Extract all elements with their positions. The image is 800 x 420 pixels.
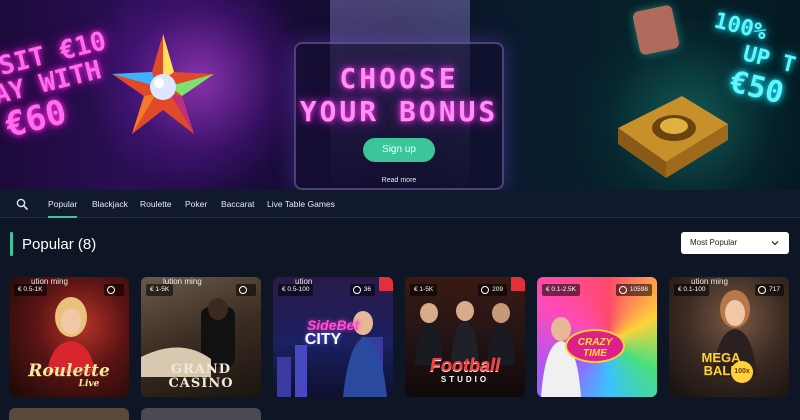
game-card-row2-1[interactable]: [9, 408, 129, 420]
hero-headline-line-2: YOUR BONUS: [299, 95, 499, 129]
game-logo-studio: STUDIO: [440, 375, 490, 384]
hero-banner: OSIT €10 AY WITH €60 CHOOSE YOUR BONUS S…: [0, 0, 800, 190]
player-count-badge: 209: [478, 284, 507, 296]
section-title: Popular (8): [22, 236, 97, 253]
tab-popular[interactable]: Popular: [48, 190, 78, 218]
game-card-row2-2[interactable]: [141, 408, 261, 420]
bet-limit-badge: € 0.5-1K: [14, 284, 47, 296]
search-icon[interactable]: [16, 198, 28, 210]
player-count-icon: [481, 286, 490, 294]
logo-line-1: CRAZY: [577, 337, 613, 348]
game-card-crazy-time[interactable]: € 0.1-2.5K 10598 CRAZY TIME: [537, 277, 657, 397]
logo-line-2: TIME: [583, 348, 607, 359]
starburst-gem-icon: [112, 34, 214, 134]
game-card-football-studio[interactable]: € 1-5K 209 Football STUDIO: [405, 277, 525, 397]
player-count-icon: [758, 286, 767, 294]
game-logo-crazy-time: CRAZY TIME: [565, 329, 625, 363]
logo-line-2: CASINO: [168, 375, 234, 391]
player-count-badge: 10598: [615, 284, 652, 296]
player-count: 209: [492, 286, 503, 293]
sort-select[interactable]: Most Popular: [681, 232, 789, 254]
read-more-link[interactable]: Read more: [373, 177, 425, 184]
player-count-icon: [107, 286, 115, 294]
bet-limit-badge: € 0.5-100: [278, 284, 314, 296]
hero-headline-line-1: CHOOSE: [339, 62, 459, 95]
bet-limit-badge: € 1-5K: [410, 284, 438, 296]
game-logo-roulette: Roulette Live: [9, 361, 129, 389]
chevron-down-icon: [771, 241, 779, 246]
player-count-icon: [239, 286, 247, 294]
bet-limit-badge: € 0.1-2.5K: [542, 284, 580, 296]
player-count-badge: 717: [755, 284, 784, 296]
player-count: 36: [363, 286, 371, 293]
tab-live-table-games[interactable]: Live Table Games: [267, 190, 335, 218]
logo-line-2: BALL: [703, 363, 739, 378]
multiplier-ball: 100x: [731, 361, 753, 383]
game-logo-football: Football: [430, 355, 500, 375]
game-card-mega-ball[interactable]: ution ming € 0.1-100 717 MEGA BALL 100x: [669, 277, 789, 397]
tab-baccarat[interactable]: Baccarat: [221, 190, 255, 218]
tab-blackjack[interactable]: Blackjack: [92, 190, 128, 218]
logo-line-1: GRAND: [170, 362, 232, 377]
game-card-grand-casino[interactable]: lution ming € 1-5K GRAND CASINO: [141, 277, 261, 397]
category-nav: Popular Blackjack Roulette Poker Baccara…: [0, 190, 800, 218]
floating-card-icon: [631, 4, 681, 56]
golden-book-icon: [618, 96, 728, 178]
hero-headline: CHOOSE YOUR BONUS: [294, 62, 504, 128]
game-card-side-bet-city[interactable]: ution € 0.5-100 36 SideBet CITY: [273, 277, 393, 397]
bet-limit-badge: € 1-5K: [146, 284, 174, 296]
player-count-badge: [104, 284, 124, 296]
game-logo-mega-ball: MEGA BALL: [669, 351, 781, 377]
sort-select-value: Most Popular: [690, 238, 738, 247]
bet-limit-badge: € 0.1-100: [674, 284, 710, 296]
tab-poker[interactable]: Poker: [185, 190, 207, 218]
tab-roulette[interactable]: Roulette: [140, 190, 172, 218]
sign-up-button[interactable]: Sign up: [363, 138, 435, 162]
player-count-badge: [236, 284, 256, 296]
player-count-icon: [618, 286, 627, 294]
new-badge: [511, 277, 525, 291]
player-count: 717: [769, 286, 780, 293]
game-logo-grand-casino: GRAND CASINO: [141, 363, 261, 390]
logo-text: Roulette: [28, 361, 110, 381]
player-count-badge: 36: [349, 284, 375, 296]
game-card-roulette-live[interactable]: ution ming € 0.5-1K Roulette Live: [9, 277, 129, 397]
player-count-icon: [352, 286, 361, 294]
player-count: 10598: [629, 286, 648, 293]
game-logo-city: CITY: [304, 331, 342, 348]
section-accent-bar: [10, 232, 13, 256]
new-badge: [379, 277, 393, 291]
